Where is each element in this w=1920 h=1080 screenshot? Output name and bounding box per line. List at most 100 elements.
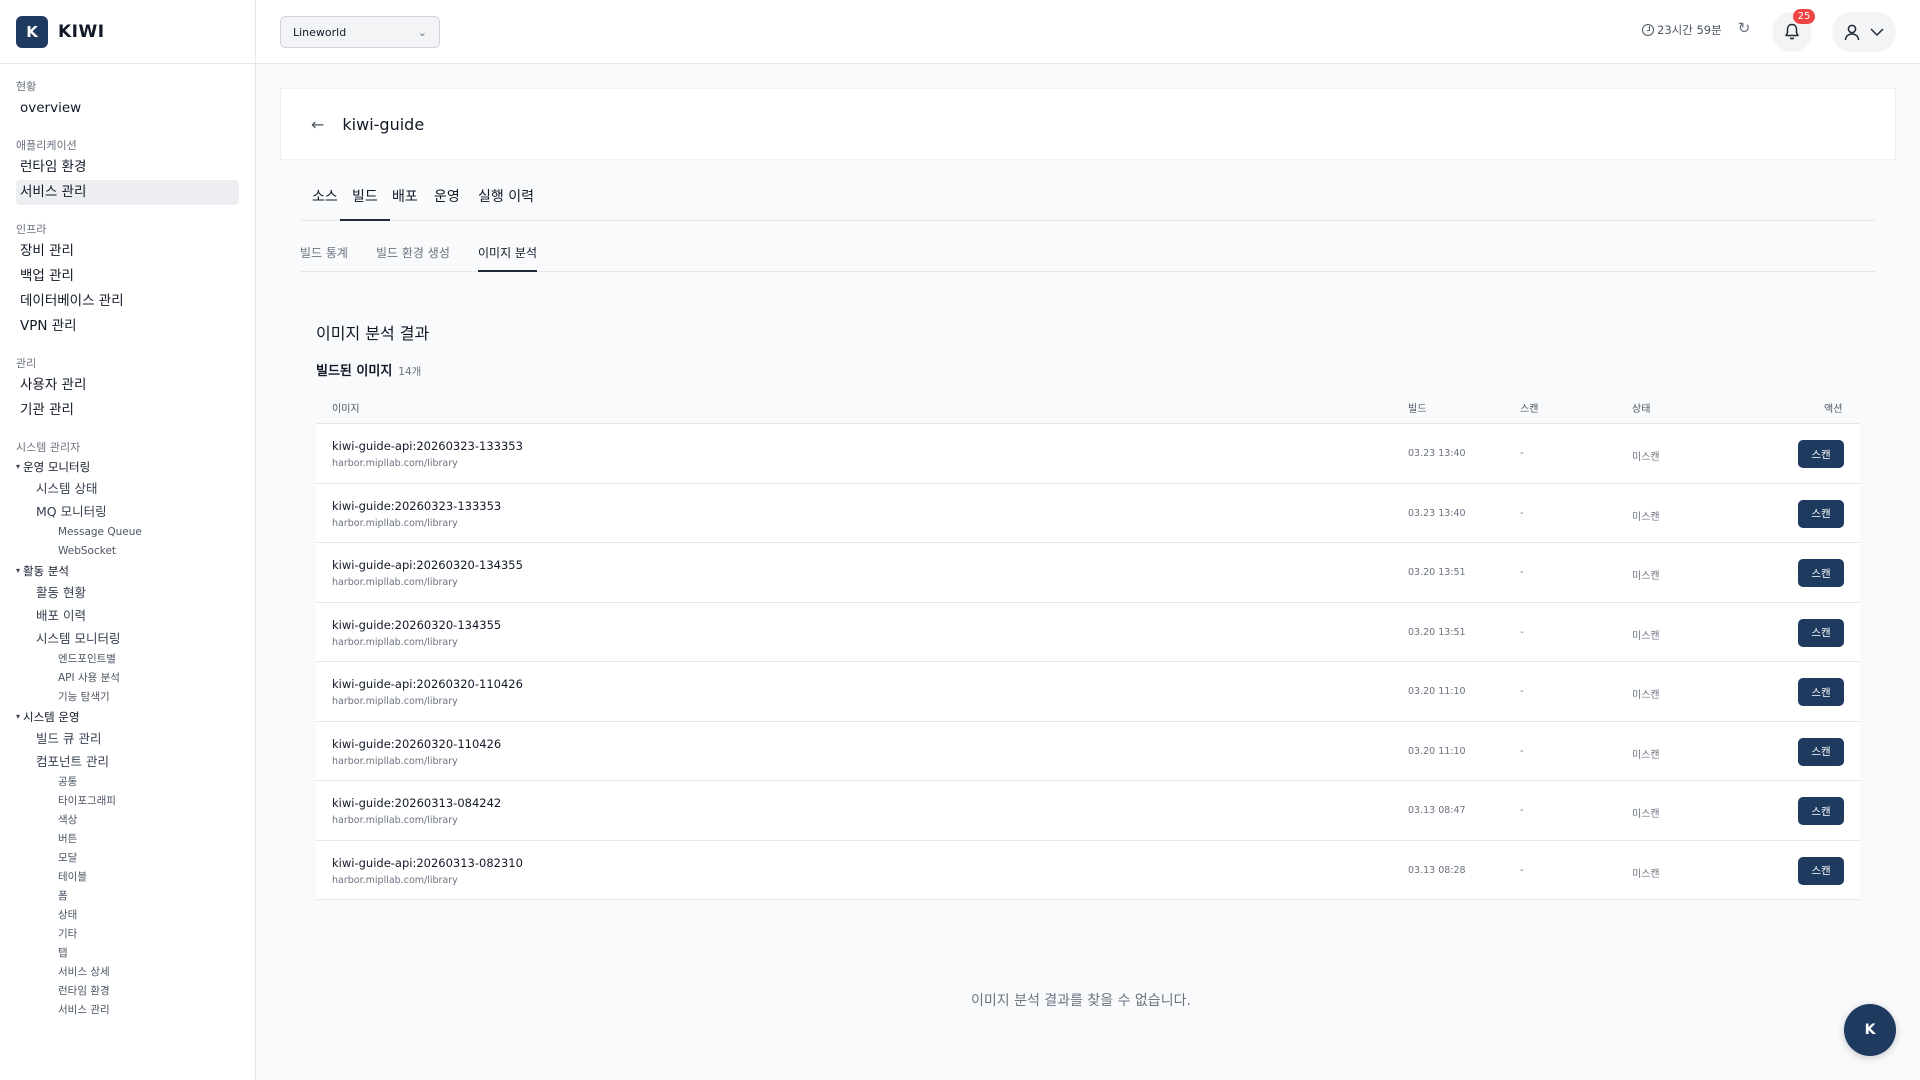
table-row: kiwi-guide-api:20260323-133353 harbor.mip… [316,424,1860,484]
sidebar-subsubitem[interactable]: 엔드포인트별 [16,650,239,669]
sidebar-subsubitem[interactable]: 버튼 [16,830,239,849]
sidebar-subsubitem[interactable]: 서비스 관리 [16,1001,239,1020]
build-time: 03.23 13:40 [1408,507,1466,519]
sidebar-item[interactable]: 장비 관리 [16,239,239,264]
sidebar-subsubitem[interactable]: 상태 [16,906,239,925]
sidebar-subitem[interactable]: 시스템 상태 [16,477,239,500]
tab-item[interactable]: 실행 이력 [466,184,546,221]
sidebar-group[interactable]: ▾ 시스템 운영 [16,707,239,727]
build-time: 03.20 13:51 [1408,626,1466,638]
sidebar-subsubitem[interactable]: 폼 [16,887,239,906]
scan-button[interactable]: 스캔 [1798,856,1844,885]
sidebar-nav: 현황 overview 애플리케이션 런타임 환경 서비스 관리 인프라 장비 관리 백업 관… [0,64,255,1020]
sidebar-item[interactable]: 사용자 관리 [16,373,239,398]
sidebar-item[interactable]: 런타임 환경 [16,155,239,180]
session-time: 23시간 59분 [1657,23,1722,37]
sub-tabs: 빌드 통계 빌드 환경 생성 이미지 분석 [300,240,1876,272]
image-registry: harbor.mipllab.com/library [332,874,458,886]
sidebar-item[interactable]: 백업 관리 [16,264,239,289]
sidebar-subitem[interactable]: 배포 이력 [16,604,239,627]
scan-status: 미스캔 [1632,630,1660,642]
column-image: 이미지 [332,404,360,415]
sidebar-subsubitem[interactable]: 서비스 상세 [16,963,239,982]
sidebar-subsubitem[interactable]: 탭 [16,944,239,963]
scan-result: - [1520,864,1524,876]
brand[interactable]: K KIWI [0,0,255,64]
user-menu-button[interactable] [1832,12,1896,52]
column-action: 액션 [1824,404,1843,415]
scan-button[interactable]: 스캔 [1798,559,1844,587]
sidebar-subsubitem[interactable]: 색상 [16,811,239,830]
back-arrow-icon[interactable]: ← [311,115,324,134]
scan-button[interactable]: 스캔 [1798,499,1844,528]
image-registry: harbor.mipllab.com/library [332,577,458,588]
sidebar-item[interactable]: overview [16,96,239,121]
notification-badge: 25 [1793,9,1815,24]
table-row: kiwi-guide:20260313-084242 harbor.mipllab… [316,781,1860,841]
sidebar-item[interactable]: 서비스 관리 [16,180,239,205]
sidebar-subitem[interactable]: 컴포넌트 관리 [16,750,239,773]
image-name: kiwi-guide-api:20260320-134355 [332,558,523,572]
scan-button[interactable]: 스캔 [1798,797,1844,825]
build-time: 03.13 08:47 [1408,805,1466,816]
sidebar-item[interactable]: 데이터베이스 관리 [16,289,239,314]
scan-status: 미스캔 [1632,690,1660,701]
subtab-item[interactable]: 빌드 환경 생성 [376,240,450,272]
sidebar-subitem[interactable]: 빌드 큐 관리 [16,727,239,750]
image-name: kiwi-guide-api:20260323-133353 [332,439,523,453]
sidebar-subsubitem[interactable]: Message Queue [16,523,239,542]
brand-name: KIWI [58,21,105,42]
tab-item[interactable]: 운영 [422,184,472,221]
sidebar-subitem[interactable]: 활동 현황 [16,581,239,604]
sidebar-subsubitem[interactable]: API 사용 분석 [16,669,239,688]
page-header: ← kiwi-guide [280,88,1896,160]
scan-result: - [1520,626,1524,638]
scan-button[interactable]: 스캔 [1798,678,1844,706]
list-title-text: 빌드된 이미지 [316,364,393,379]
sidebar-subsubitem[interactable]: 모달 [16,849,239,868]
sidebar-subsubitem[interactable]: 런타임 환경 [16,982,239,1001]
scan-button[interactable]: 스캔 [1798,440,1844,468]
table-row: kiwi-guide:20260320-134355 harbor.mipllab… [316,602,1860,662]
sidebar-subsubitem[interactable]: 기능 탐색기 [16,688,239,707]
main-tabs: 소스 빌드 배포 운영 실행 이력 [300,184,1876,221]
sidebar-subitem[interactable]: MQ 모니터링 [16,500,239,523]
nav-section-label: 현황 [16,80,37,93]
sidebar-group[interactable]: ▾ 운영 모니터링 [16,457,239,477]
list-title: 빌드된 이미지 14개 [316,360,421,379]
table-row: kiwi-guide-api:20260313-082310 harbor.mip… [316,840,1860,900]
sidebar-group-label: 시스템 운영 [23,710,80,724]
scan-button[interactable]: 스캔 [1798,737,1844,766]
scan-status: 미스캔 [1632,452,1660,463]
sidebar-subsubitem[interactable]: WebSocket [16,542,239,561]
subtab-item[interactable]: 빌드 통계 [300,240,348,272]
column-build: 빌드 [1408,404,1427,415]
sidebar-item[interactable]: VPN 관리 [16,314,239,339]
project-select[interactable]: Lineworld ⌄ [280,16,440,48]
scan-status: 미스캔 [1632,749,1660,761]
table-row: kiwi-guide:20260323-133353 harbor.mipllab… [316,483,1860,543]
sidebar-group[interactable]: ▾ 활동 분석 [16,561,239,581]
scan-result: - [1520,448,1524,459]
refresh-icon[interactable]: ↻ [1736,20,1752,36]
sidebar-subsubitem[interactable]: 기타 [16,925,239,944]
sidebar-subsubitem[interactable]: 테이블 [16,868,239,887]
sidebar-subsubitem[interactable]: 타이포그래피 [16,792,239,811]
sidebar-subitem[interactable]: 시스템 모니터링 [16,627,239,650]
sidebar-subsubitem[interactable]: 공통 [16,773,239,792]
scan-result: - [1520,567,1524,578]
floating-assistant-button[interactable]: K [1844,1004,1896,1056]
subtab-item[interactable]: 이미지 분석 [478,240,538,272]
image-registry: harbor.mipllab.com/library [332,696,458,707]
column-scan: 스캔 [1520,404,1539,415]
project-select-value: Lineworld [293,25,347,39]
caret-down-icon: ▾ [16,462,21,471]
scan-result: - [1520,805,1524,816]
sidebar-item[interactable]: 기관 관리 [16,398,239,423]
table-header: 이미지 빌드 스캔 상태 액션 [316,396,1860,424]
image-table: 이미지 빌드 스캔 상태 액션 kiwi-guide-api:20260323-… [316,396,1860,900]
image-name: kiwi-guide:20260313-084242 [332,796,502,810]
scan-button[interactable]: 스캔 [1798,618,1844,647]
image-name: kiwi-guide-api:20260313-082310 [332,855,523,870]
nav-section-label: 관리 [16,357,37,370]
